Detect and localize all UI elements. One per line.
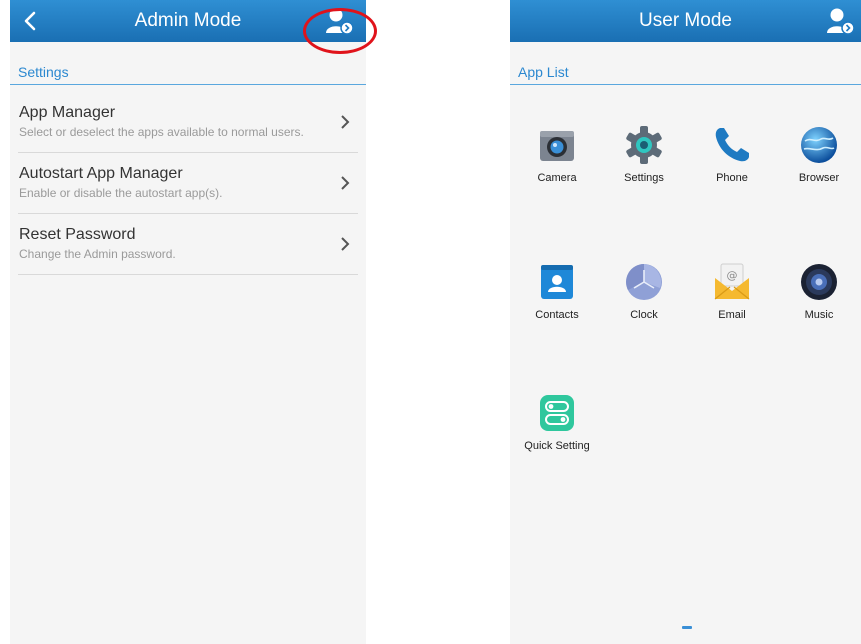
camera-icon <box>540 131 574 161</box>
section-title: Settings <box>18 64 69 80</box>
app-label: Music <box>804 309 834 321</box>
admin-mode-screen: Admin Mode Settings App Manager Select o… <box>10 0 366 644</box>
gear-icon <box>626 126 662 164</box>
settings-section-header: Settings <box>10 62 366 85</box>
app-camera[interactable]: Camera <box>514 125 600 215</box>
autostart-app-manager-item[interactable]: Autostart App Manager Enable or disable … <box>18 153 358 214</box>
page-indicator <box>682 626 692 629</box>
speaker-icon <box>801 264 837 300</box>
switch-mode-button[interactable] <box>320 0 360 42</box>
app-label: Quick Setting <box>524 440 590 452</box>
app-label: Contacts <box>535 309 579 321</box>
user-app-bar: User Mode <box>510 0 861 42</box>
chevron-right-icon <box>341 115 350 129</box>
item-title: Autostart App Manager <box>19 165 183 182</box>
page-title: User Mode <box>639 10 732 31</box>
contacts-icon <box>541 265 573 299</box>
app-label: Browser <box>798 172 840 184</box>
toggle-icon <box>540 395 574 431</box>
section-title: App List <box>518 64 569 80</box>
page-title: Admin Mode <box>134 10 242 31</box>
app-email[interactable]: @ Email <box>689 262 775 352</box>
app-music[interactable]: Music <box>776 262 861 352</box>
chevron-right-icon <box>341 176 350 190</box>
clock-icon <box>626 264 662 300</box>
app-label: Settings <box>624 172 664 184</box>
app-browser[interactable]: Browser <box>776 125 861 215</box>
app-quick-setting[interactable]: Quick Setting <box>514 393 600 483</box>
app-label: Phone <box>716 172 748 184</box>
user-mode-screen: User Mode App List Camera Settings Phone… <box>510 0 861 644</box>
svg-text:@: @ <box>727 269 738 282</box>
chevron-right-icon <box>341 237 350 251</box>
app-manager-item[interactable]: App Manager Select or deselect the apps … <box>18 92 358 153</box>
app-clock[interactable]: Clock <box>601 262 687 352</box>
app-label: Email <box>718 309 746 321</box>
app-settings[interactable]: Settings <box>601 125 687 215</box>
item-subtitle: Select or deselect the apps available to… <box>19 125 304 139</box>
email-icon: @ <box>714 263 750 300</box>
app-label: Camera <box>537 172 577 184</box>
item-subtitle: Change the Admin password. <box>19 247 176 261</box>
reset-password-item[interactable]: Reset Password Change the Admin password… <box>18 214 358 275</box>
item-subtitle: Enable or disable the autostart app(s). <box>19 186 223 200</box>
switch-mode-button[interactable] <box>821 0 861 42</box>
user-switch-icon <box>827 8 855 35</box>
app-label: Clock <box>630 309 658 321</box>
globe-icon <box>801 127 837 163</box>
item-title: App Manager <box>19 104 116 121</box>
admin-app-bar: Admin Mode <box>10 0 366 42</box>
app-contacts[interactable]: Contacts <box>514 262 600 352</box>
app-phone[interactable]: Phone <box>689 125 775 215</box>
item-title: Reset Password <box>19 226 136 243</box>
phone-icon <box>715 128 749 162</box>
user-switch-icon <box>326 8 354 35</box>
app-list-section-header: App List <box>510 62 861 85</box>
